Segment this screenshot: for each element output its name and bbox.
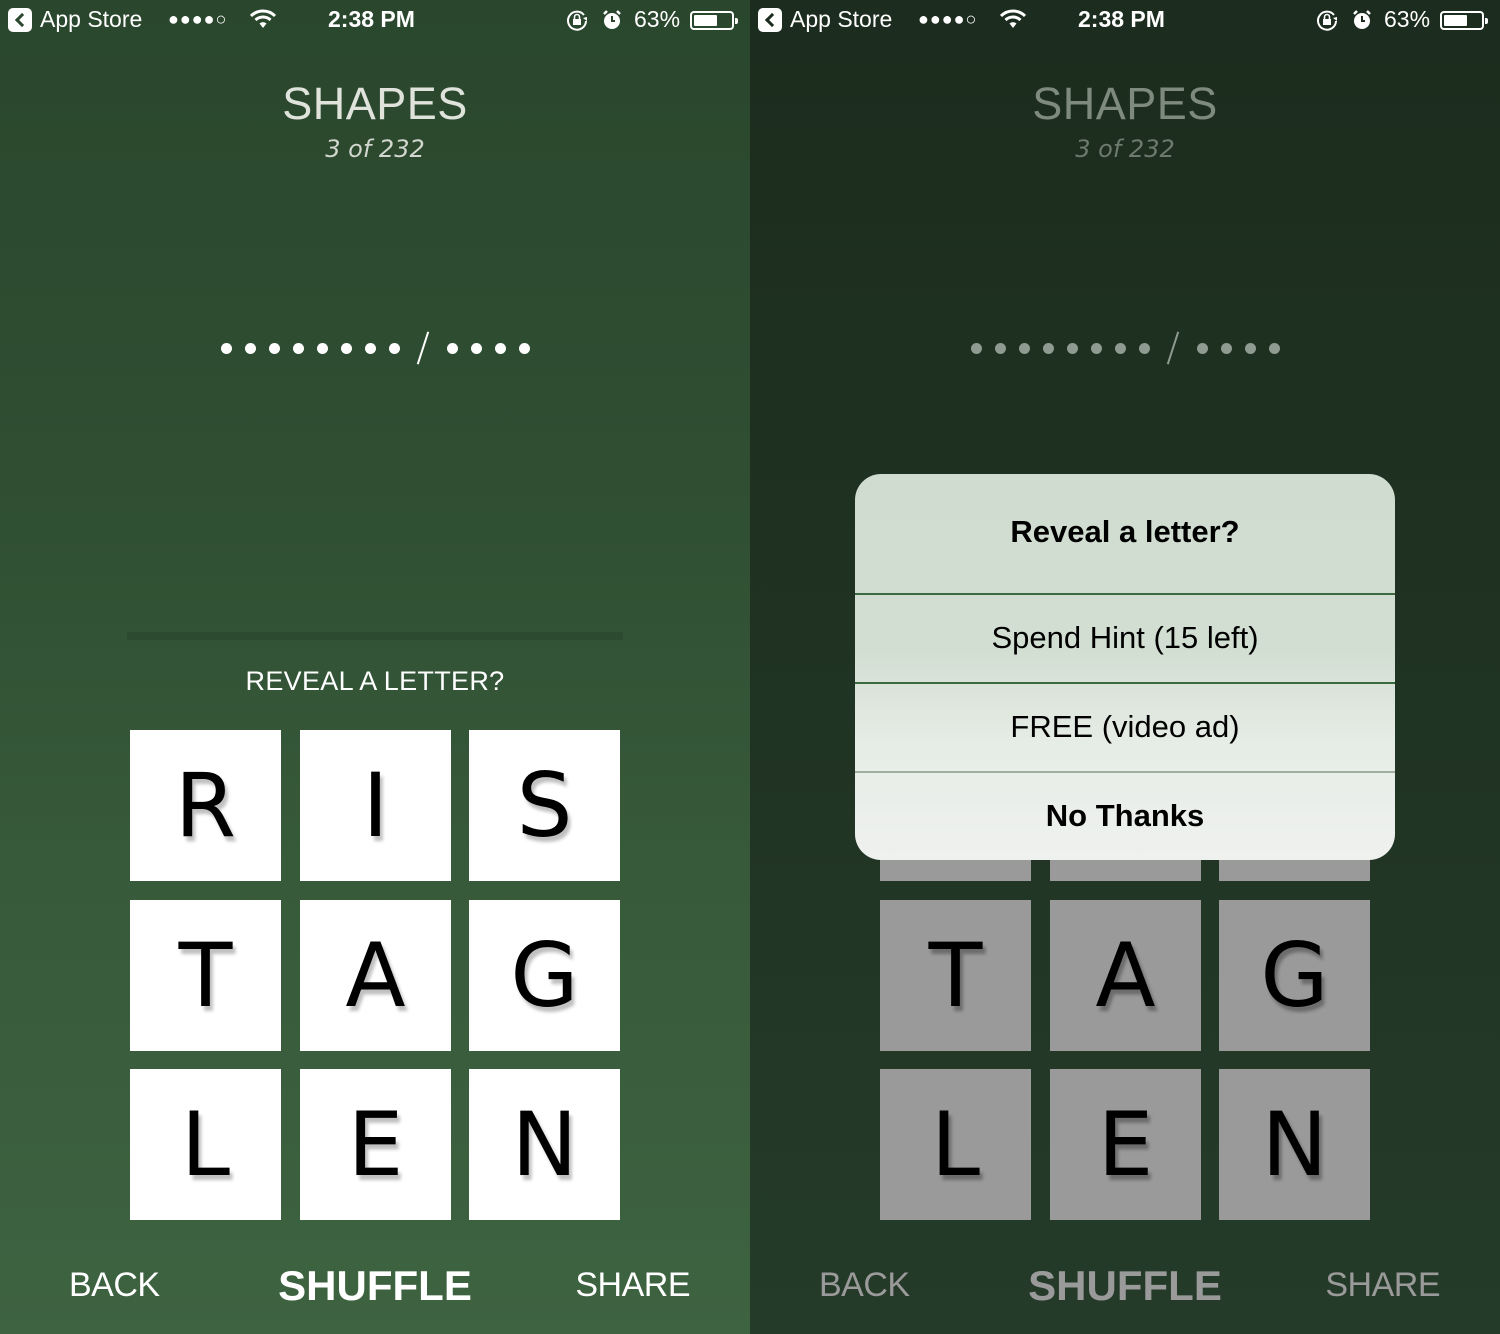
answer-slot-dot xyxy=(994,342,1006,354)
puzzle-progress: 3 of 232 xyxy=(325,135,425,163)
letter-tile[interactable]: A xyxy=(300,900,451,1051)
puzzle-title: SHAPES xyxy=(282,78,468,129)
answer-slot-dot xyxy=(494,342,506,354)
answer-slot-dot xyxy=(292,342,304,354)
wifi-icon xyxy=(1000,9,1026,28)
divider xyxy=(855,682,1395,684)
divider xyxy=(855,593,1395,595)
clock: 2:38 PM xyxy=(328,6,415,32)
letter-tile: E xyxy=(1050,1069,1201,1220)
divider xyxy=(855,771,1395,773)
answer-slot-dot xyxy=(268,342,280,354)
shuffle-button[interactable]: SHUFFLE xyxy=(278,1262,472,1309)
back-button[interactable]: BACK xyxy=(69,1266,160,1305)
share-button[interactable]: SHARE xyxy=(575,1266,690,1305)
letter-grid: R I S T A G L E N xyxy=(130,730,620,1220)
spend-hint-button[interactable]: Spend Hint (15 left) xyxy=(855,620,1395,656)
answer-slot-dot xyxy=(1018,342,1030,354)
game-screen: App Store ●●●●○ 2:38 PM 63% SHAPES 3 of … xyxy=(0,0,750,1334)
answer-slot-dot xyxy=(1220,342,1232,354)
wifi-icon xyxy=(250,9,276,28)
bottom-nav: BACK SHUFFLE SHARE xyxy=(750,1258,1500,1318)
no-thanks-button[interactable]: No Thanks xyxy=(855,798,1395,834)
back-button: BACK xyxy=(819,1266,910,1304)
letter-tile[interactable]: E xyxy=(300,1069,451,1220)
free-video-ad-button[interactable]: FREE (video ad) xyxy=(855,709,1395,745)
rotation-lock-icon xyxy=(1317,10,1337,31)
word-separator xyxy=(416,331,430,365)
word-separator xyxy=(1166,331,1180,365)
answer-slot-dot xyxy=(316,342,328,354)
battery-icon xyxy=(1440,11,1488,30)
bottom-nav: BACK SHUFFLE SHARE xyxy=(0,1258,750,1318)
signal-icon: ●●●●○ xyxy=(918,9,978,29)
back-to-app-label[interactable]: App Store xyxy=(40,6,142,33)
letter-tile: A xyxy=(1050,900,1201,1051)
letter-tile[interactable]: R xyxy=(130,730,281,881)
answer-slot-dot xyxy=(1244,342,1256,354)
answer-slot-dot xyxy=(970,342,982,354)
alert-title: Reveal a letter? xyxy=(1010,514,1240,549)
answer-slots xyxy=(750,325,1500,371)
puzzle-progress: 3 of 232 xyxy=(1075,135,1175,163)
answer-slot-dot xyxy=(1268,342,1280,354)
answer-slot-dot xyxy=(220,342,232,354)
answer-slot-dot xyxy=(364,342,376,354)
answer-slot-dot xyxy=(388,342,400,354)
letter-tile[interactable]: T xyxy=(130,900,281,1051)
answer-slot-dot xyxy=(340,342,352,354)
battery-percent: 63% xyxy=(634,6,681,32)
status-bar: App Store ●●●●○ 2:38 PM 63% xyxy=(750,0,1500,40)
letter-tile: T xyxy=(880,900,1031,1051)
game-screen-with-alert: App Store ●●●●○ 2:38 PM 63% SHAPES 3 of … xyxy=(750,0,1500,1334)
answer-slot-dot xyxy=(244,342,256,354)
battery-percent: 63% xyxy=(1384,6,1431,32)
letter-tile[interactable]: S xyxy=(469,730,620,881)
clock: 2:38 PM xyxy=(1078,6,1165,32)
answer-slot-dot xyxy=(1066,342,1078,354)
hint-bar[interactable] xyxy=(127,632,623,640)
reveal-letter-alert: Reveal a letter? Spend Hint (15 left) FR… xyxy=(855,474,1395,860)
back-to-app-icon[interactable] xyxy=(8,8,32,32)
reveal-letter-label[interactable]: REVEAL A LETTER? xyxy=(0,666,750,697)
battery-icon xyxy=(690,11,738,30)
letter-tile[interactable]: G xyxy=(469,900,620,1051)
answer-slot-dot xyxy=(1114,342,1126,354)
letter-tile[interactable]: L xyxy=(130,1069,281,1220)
alarm-icon xyxy=(1353,10,1371,29)
puzzle-title: SHAPES xyxy=(1032,78,1218,129)
answer-slot-dot xyxy=(1138,342,1150,354)
back-to-app-icon[interactable] xyxy=(758,8,782,32)
rotation-lock-icon xyxy=(567,10,587,31)
signal-icon: ●●●●○ xyxy=(168,9,228,29)
answer-slots xyxy=(0,325,750,371)
answer-slot-dot xyxy=(1196,342,1208,354)
letter-tile[interactable]: I xyxy=(300,730,451,881)
share-button: SHARE xyxy=(1325,1266,1440,1304)
answer-slot-dot xyxy=(470,342,482,354)
alarm-icon xyxy=(603,10,621,29)
answer-slot-dot xyxy=(518,342,530,354)
answer-slot-dot xyxy=(1090,342,1102,354)
letter-tile: G xyxy=(1219,900,1370,1051)
status-bar: App Store ●●●●○ 2:38 PM 63% xyxy=(0,0,750,40)
letter-tile: L xyxy=(880,1069,1031,1220)
back-to-app-label[interactable]: App Store xyxy=(790,6,892,33)
letter-tile[interactable]: N xyxy=(469,1069,620,1220)
letter-tile: N xyxy=(1219,1069,1370,1220)
answer-slot-dot xyxy=(446,342,458,354)
answer-slot-dot xyxy=(1042,342,1054,354)
shuffle-button: SHUFFLE xyxy=(1028,1262,1222,1309)
